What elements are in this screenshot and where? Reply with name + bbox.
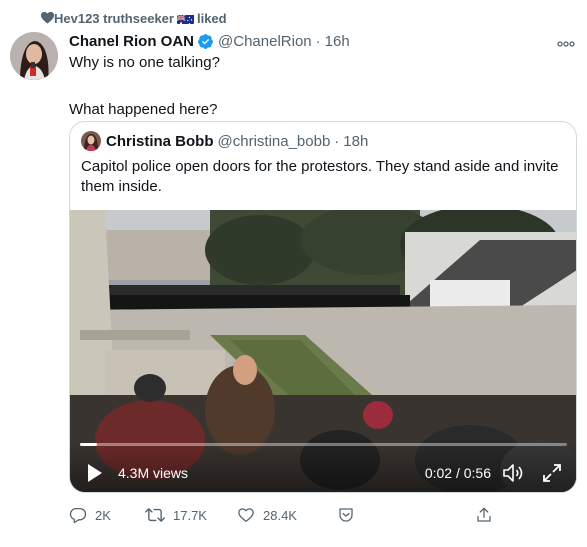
liked-label: liked xyxy=(196,10,227,26)
quoted-tweet-time: 18h xyxy=(343,132,369,150)
bookmark-icon xyxy=(339,508,353,522)
more-options-icon[interactable] xyxy=(557,34,575,50)
fullscreen-icon[interactable] xyxy=(541,462,563,484)
video-time: 0:02 / 0:56 xyxy=(424,465,491,481)
video-progress-fill xyxy=(80,443,98,446)
tweet-actions: 2K 17.7K 28.4K xyxy=(69,506,509,526)
author-avatar[interactable] xyxy=(10,32,58,80)
retweet-icon xyxy=(145,508,165,522)
tweet-text: Why is no one talking? What happened her… xyxy=(69,53,220,120)
australia-flag-icon xyxy=(176,13,194,24)
quoted-tweet[interactable]: Christina Bobb @christina_bobb · 18h Cap… xyxy=(69,121,577,493)
social-context: Hev123 truthseeker liked xyxy=(40,9,227,27)
tweet-header: Chanel Rion OAN @ChanelRion · 16h xyxy=(69,33,350,50)
quoted-author-name: Christina Bobb xyxy=(106,132,214,150)
retweet-button[interactable]: 17.7K xyxy=(145,506,207,524)
retweet-count: 17.7K xyxy=(173,507,207,523)
like-button[interactable]: 28.4K xyxy=(237,506,297,524)
reply-button[interactable]: 2K xyxy=(69,506,111,524)
author-name[interactable]: Chanel Rion OAN xyxy=(69,33,194,50)
view-count: 4.3M views xyxy=(118,465,189,481)
play-icon[interactable] xyxy=(88,464,102,482)
tweet-line: Why is no one talking? xyxy=(69,54,220,71)
like-icon xyxy=(238,508,254,523)
tweet-time[interactable]: 16h xyxy=(325,33,350,50)
share-button[interactable] xyxy=(475,506,501,524)
reply-icon xyxy=(69,507,87,524)
verified-badge-icon xyxy=(198,34,213,49)
volume-icon[interactable] xyxy=(501,462,525,484)
quoted-tweet-header: Christina Bobb @christina_bobb · 18h xyxy=(81,131,368,151)
separator-dot: · xyxy=(334,132,340,150)
like-count: 28.4K xyxy=(263,507,297,523)
quoted-author-avatar xyxy=(81,131,101,151)
share-icon xyxy=(477,507,491,522)
separator-dot: · xyxy=(315,33,321,50)
reply-count: 2K xyxy=(95,507,111,523)
bookmark-button[interactable] xyxy=(337,506,363,524)
quoted-author-handle: @christina_bobb xyxy=(217,132,331,150)
video-progress-bar[interactable] xyxy=(80,443,567,446)
tweet-line: What happened here? xyxy=(69,101,218,118)
liker-name[interactable]: Hev123 truthseeker xyxy=(54,11,174,26)
tweet-line xyxy=(69,73,220,93)
video-player[interactable]: 4.3M views 0:02 / 0:56 xyxy=(70,210,576,492)
quoted-tweet-text: Capitol police open doors for the protes… xyxy=(81,158,559,195)
author-handle[interactable]: @ChanelRion xyxy=(218,33,312,50)
heart-icon xyxy=(40,11,55,24)
